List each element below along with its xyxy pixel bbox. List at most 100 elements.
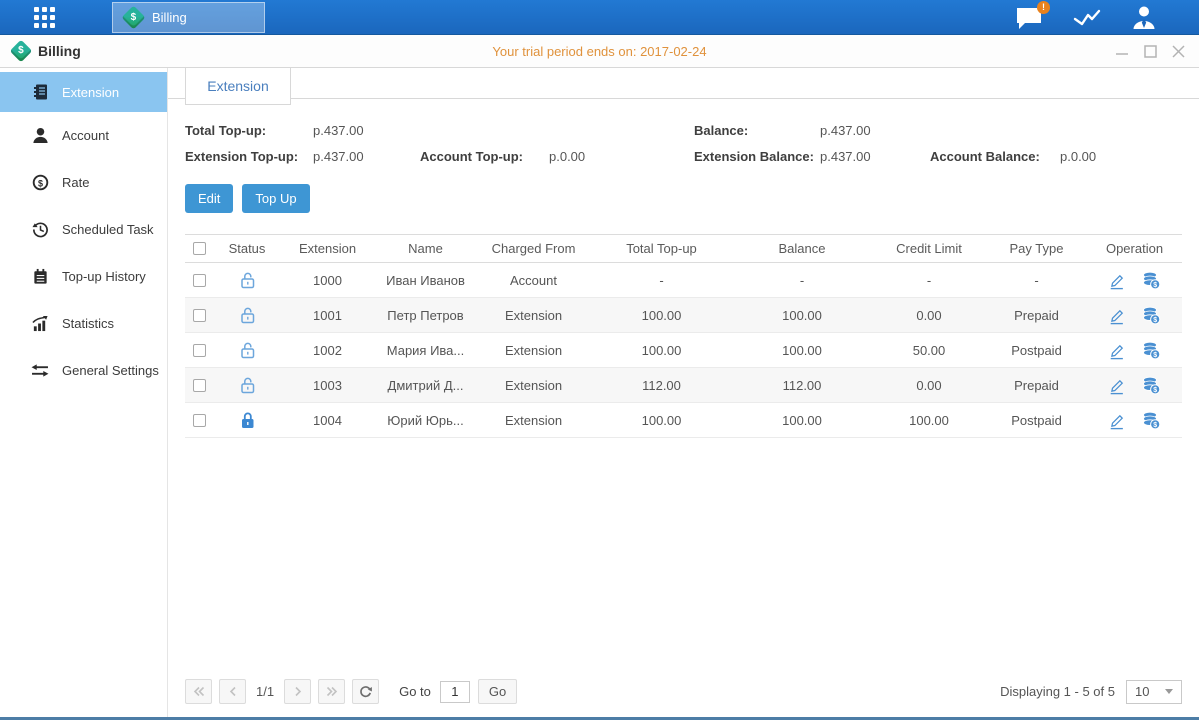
operation-cell: $ (1087, 306, 1182, 325)
summary-panel: Total Top-up: p.437.00 Balance: p.437.00… (185, 123, 1182, 164)
edit-row-icon[interactable] (1108, 411, 1126, 430)
lock-closed-icon (214, 411, 280, 430)
edit-row-icon[interactable] (1108, 376, 1126, 395)
total-topup-cell: 112.00 (591, 378, 732, 393)
user-account-icon[interactable] (1131, 5, 1157, 30)
first-page-button[interactable] (185, 679, 212, 704)
window-controls (1115, 45, 1185, 58)
content-spacer (185, 438, 1182, 678)
billing-diamond-icon: $ (10, 40, 33, 63)
sidebar-item-general-settings[interactable]: General Settings (0, 347, 167, 394)
sidebar-item-statistics[interactable]: Statistics (0, 300, 167, 347)
sidebar-item-label: Statistics (62, 316, 114, 331)
lock-open-icon (214, 376, 280, 395)
extension-cell: 1004 (280, 413, 375, 428)
credit-limit-cell: 0.00 (872, 308, 986, 323)
operation-cell: $ (1087, 341, 1182, 360)
balance-cell: 100.00 (732, 343, 872, 358)
total-topup-label: Total Top-up: (185, 123, 313, 138)
chevron-down-icon (1165, 689, 1173, 694)
edit-row-icon[interactable] (1108, 341, 1126, 360)
notification-badge: ! (1037, 1, 1050, 14)
sidebar: Extension Account $ Rate Scheduled Task (0, 68, 168, 717)
pay-type-cell: - (986, 273, 1087, 288)
general-settings-sliders-icon (31, 363, 49, 378)
refresh-button[interactable] (352, 679, 379, 704)
close-button[interactable] (1172, 45, 1185, 58)
sidebar-item-label: Top-up History (62, 269, 146, 284)
toolbar: Edit Top Up (185, 184, 1182, 213)
row-checkbox[interactable] (193, 344, 206, 357)
rate-dollar-icon: $ (31, 174, 49, 191)
svg-text:$: $ (1153, 282, 1157, 289)
table-row: 1000Иван ИвановAccount----$ (185, 263, 1182, 298)
billing-diamond-icon: $ (121, 5, 145, 29)
sidebar-item-label: Scheduled Task (62, 222, 154, 237)
topup-button[interactable]: Top Up (242, 184, 309, 213)
col-status: Status (214, 241, 280, 256)
extension-cell: 1003 (280, 378, 375, 393)
charged-from-cell: Extension (476, 378, 591, 393)
credit-limit-cell: 50.00 (872, 343, 986, 358)
next-page-button[interactable] (284, 679, 311, 704)
balance-value: p.437.00 (820, 123, 930, 138)
window-header: Your trial period ends on: 2017-02-24 $ … (0, 35, 1199, 68)
row-checkbox[interactable] (193, 274, 206, 287)
sidebar-item-topup-history[interactable]: Top-up History (0, 253, 167, 300)
edit-button[interactable]: Edit (185, 184, 233, 213)
sidebar-item-account[interactable]: Account (0, 112, 167, 159)
lock-open-icon (214, 341, 280, 360)
apps-grid-icon[interactable] (34, 7, 55, 28)
edit-row-icon[interactable] (1108, 306, 1126, 325)
credit-limit-cell: 100.00 (872, 413, 986, 428)
sidebar-item-scheduled-task[interactable]: Scheduled Task (0, 206, 167, 253)
row-checkbox[interactable] (193, 414, 206, 427)
name-cell: Петр Петров (375, 308, 476, 323)
edit-row-icon[interactable] (1108, 271, 1126, 290)
account-topup-value: p.0.00 (549, 149, 694, 164)
minimize-button[interactable] (1115, 45, 1129, 57)
app-tab-billing[interactable]: $ Billing (112, 2, 265, 33)
goto-page-input[interactable] (440, 681, 470, 703)
window-title-text: Billing (38, 43, 81, 59)
statistics-monitor-icon[interactable] (1073, 7, 1101, 29)
charged-from-cell: Account (476, 273, 591, 288)
maximize-button[interactable] (1144, 45, 1157, 58)
extension-balance-label: Extension Balance: (694, 149, 820, 164)
messages-icon[interactable]: ! (1015, 6, 1043, 30)
page-size-value: 10 (1135, 684, 1149, 699)
tab-bar: Extension (168, 68, 1199, 99)
topup-row-icon[interactable]: $ (1141, 411, 1161, 430)
extension-topup-value: p.437.00 (313, 149, 420, 164)
topup-row-icon[interactable]: $ (1141, 341, 1161, 360)
select-all-checkbox[interactable] (193, 242, 206, 255)
charged-from-cell: Extension (476, 343, 591, 358)
col-extension: Extension (280, 241, 375, 256)
go-button[interactable]: Go (478, 679, 517, 704)
row-checkbox[interactable] (193, 309, 206, 322)
account-topup-label: Account Top-up: (420, 149, 549, 164)
extension-topup-label: Extension Top-up: (185, 149, 313, 164)
pay-type-cell: Postpaid (986, 343, 1087, 358)
page-size-select[interactable]: 10 (1126, 680, 1182, 704)
topbar-icons: ! (1015, 0, 1157, 35)
total-topup-cell: 100.00 (591, 308, 732, 323)
sidebar-item-rate[interactable]: $ Rate (0, 159, 167, 206)
extension-balance-value: p.437.00 (820, 149, 930, 164)
prev-page-button[interactable] (219, 679, 246, 704)
last-page-button[interactable] (318, 679, 345, 704)
topup-row-icon[interactable]: $ (1141, 271, 1161, 290)
account-person-icon (31, 127, 49, 144)
scheduled-task-clock-icon (31, 221, 49, 238)
trial-notice: Your trial period ends on: 2017-02-24 (0, 44, 1199, 59)
row-checkbox[interactable] (193, 379, 206, 392)
svg-text:$: $ (1153, 422, 1157, 429)
tab-extension[interactable]: Extension (185, 68, 291, 105)
total-topup-cell: 100.00 (591, 413, 732, 428)
operation-cell: $ (1087, 411, 1182, 430)
topup-row-icon[interactable]: $ (1141, 306, 1161, 325)
goto-label: Go to (399, 684, 431, 699)
sidebar-item-extension[interactable]: Extension (0, 72, 167, 112)
topup-row-icon[interactable]: $ (1141, 376, 1161, 395)
displaying-text: Displaying 1 - 5 of 5 (1000, 684, 1115, 699)
